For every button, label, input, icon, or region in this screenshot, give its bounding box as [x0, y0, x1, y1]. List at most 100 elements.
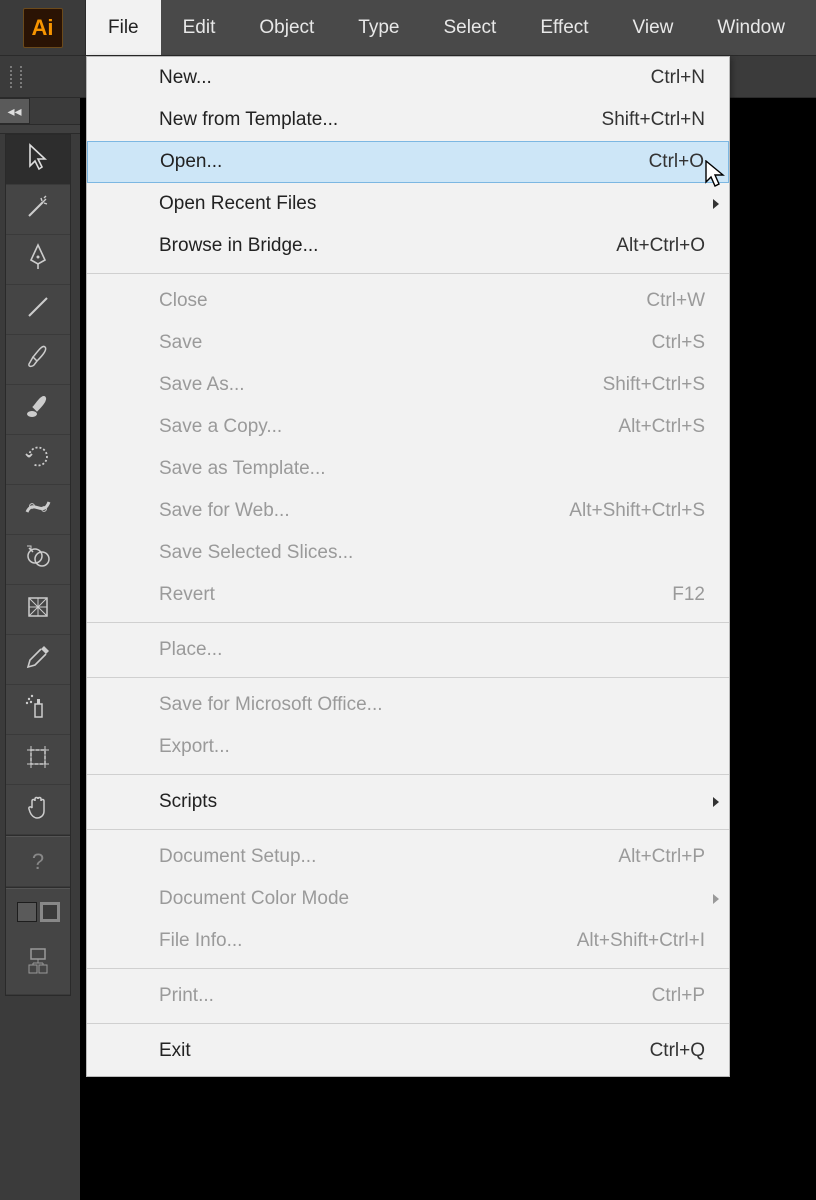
menu-file[interactable]: File: [86, 0, 161, 55]
menu-item-browse-in-bridge[interactable]: Browse in Bridge...Alt+Ctrl+O: [87, 225, 729, 267]
sprayer-icon: [23, 692, 53, 727]
app-logo[interactable]: Ai: [0, 0, 86, 55]
menu-item-label: Save as Template...: [159, 458, 326, 480]
menu-item-document-setup: Document Setup...Alt+Ctrl+P: [87, 836, 729, 878]
menu-item-exit[interactable]: Exit Ctrl+Q: [87, 1030, 729, 1072]
menu-item-shortcut: Ctrl+S: [652, 332, 705, 354]
menu-item-revert: Revert F12: [87, 574, 729, 616]
menu-object-label: Object: [259, 17, 314, 39]
menu-effect-label: Effect: [540, 17, 588, 39]
menu-item-save-as-template: Save as Template...: [87, 448, 729, 490]
menu-separator: [87, 677, 729, 678]
menu-item-shortcut: Shift+Ctrl+N: [602, 109, 705, 131]
menu-separator: [87, 622, 729, 623]
menu-object[interactable]: Object: [237, 0, 336, 55]
menu-item-save-for-microsoft-office: Save for Microsoft Office...: [87, 684, 729, 726]
menu-item-open[interactable]: Open...Ctrl+O: [87, 141, 729, 183]
menu-item-shortcut: Ctrl+Q: [650, 1040, 705, 1062]
fill-stroke-swatches[interactable]: [6, 889, 70, 935]
eyedropper-icon: [23, 642, 53, 677]
menu-item-label: Save Selected Slices...: [159, 542, 353, 564]
rotate-tool[interactable]: [6, 435, 70, 485]
menu-effect[interactable]: Effect: [518, 0, 610, 55]
symbol-sprayer-tool[interactable]: [6, 685, 70, 735]
menu-item-label: Save As...: [159, 374, 245, 396]
submenu-arrow-icon: [713, 797, 719, 807]
menu-edit-label: Edit: [183, 17, 216, 39]
menu-separator: [87, 1023, 729, 1024]
menu-item-shortcut: Alt+Shift+Ctrl+I: [577, 930, 705, 952]
wand-icon: [23, 192, 53, 227]
file-menu-dropdown: New...Ctrl+N New from Template... Shift+Ct…: [86, 56, 730, 1077]
menu-item-shortcut: Ctrl+N: [651, 67, 705, 89]
fill-swatch-icon[interactable]: [17, 902, 37, 922]
menu-item-label: Scripts: [159, 791, 217, 813]
eyedropper-tool[interactable]: [6, 635, 70, 685]
menu-item-new-from-template[interactable]: New from Template... Shift+Ctrl+N: [87, 99, 729, 141]
paintbrush-tool[interactable]: [6, 335, 70, 385]
menu-item-place: Place...: [87, 629, 729, 671]
app-window: Ai File Edit Object Type Select Effect V…: [0, 0, 816, 1200]
menu-item-label: Save for Web...: [159, 500, 290, 522]
brush-icon: [23, 342, 53, 377]
menubar-items: File Edit Object Type Select Effect View…: [86, 0, 807, 55]
menu-item-close: CloseCtrl+W: [87, 280, 729, 322]
selection-tool[interactable]: [6, 135, 70, 185]
menu-window[interactable]: Window: [695, 0, 807, 55]
menu-item-label: File Info...: [159, 930, 242, 952]
menu-view[interactable]: View: [611, 0, 696, 55]
pen-tool[interactable]: [6, 235, 70, 285]
menu-item-shortcut: F12: [672, 584, 705, 606]
menu-edit[interactable]: Edit: [161, 0, 238, 55]
blob-brush-tool[interactable]: [6, 385, 70, 435]
artboard-nav-icon[interactable]: [6, 935, 70, 995]
menu-item-label: Revert: [159, 584, 215, 606]
menu-item-label: New from Template...: [159, 109, 338, 131]
menu-item-shortcut: Shift+Ctrl+S: [603, 374, 705, 396]
menu-item-new[interactable]: New...Ctrl+N: [87, 57, 729, 99]
help-button[interactable]: ?: [6, 837, 70, 887]
stroke-swatch-icon[interactable]: [40, 902, 60, 922]
line-segment-tool[interactable]: [6, 285, 70, 335]
menu-item-label: Save a Copy...: [159, 416, 282, 438]
menu-item-save-as: Save As... Shift+Ctrl+S: [87, 364, 729, 406]
menu-item-scripts[interactable]: Scripts: [87, 781, 729, 823]
mesh-icon: [23, 592, 53, 627]
menu-select[interactable]: Select: [422, 0, 519, 55]
width-icon: [23, 492, 53, 527]
line-icon: [23, 292, 53, 327]
cursor-icon: [23, 142, 53, 177]
menu-item-label: Close: [159, 290, 208, 312]
width-tool[interactable]: [6, 485, 70, 535]
menu-item-label: Export...: [159, 736, 230, 758]
menu-item-shortcut: Ctrl+O: [649, 151, 704, 173]
magic-wand-tool[interactable]: [6, 185, 70, 235]
menu-item-document-color-mode: Document Color Mode: [87, 878, 729, 920]
panel-collapse-button[interactable]: ◂◂: [0, 98, 30, 124]
menu-item-open-recent-files[interactable]: Open Recent Files: [87, 183, 729, 225]
menu-item-label: Exit: [159, 1040, 191, 1062]
menu-item-label: Place...: [159, 639, 222, 661]
control-strip-handle-icon[interactable]: [10, 66, 22, 88]
help-icon: ?: [32, 849, 44, 875]
shape-builder-tool[interactable]: [6, 535, 70, 585]
menu-separator: [87, 968, 729, 969]
hand-icon: [23, 792, 53, 827]
menu-item-shortcut: Alt+Shift+Ctrl+S: [569, 500, 705, 522]
menu-item-file-info: File Info... Alt+Shift+Ctrl+I: [87, 920, 729, 962]
menu-item-shortcut: Alt+Ctrl+P: [618, 846, 705, 868]
menu-item-label: Print...: [159, 985, 214, 1007]
menubar: Ai File Edit Object Type Select Effect V…: [0, 0, 816, 56]
artboard-tool[interactable]: [6, 735, 70, 785]
menu-item-print: Print...Ctrl+P: [87, 975, 729, 1017]
menu-item-export: Export...: [87, 726, 729, 768]
mesh-tool[interactable]: [6, 585, 70, 635]
menu-item-label: Browse in Bridge...: [159, 235, 318, 257]
app-logo-icon: Ai: [23, 8, 63, 48]
menu-select-label: Select: [444, 17, 497, 39]
menu-type[interactable]: Type: [336, 0, 421, 55]
shape-builder-icon: [23, 542, 53, 577]
dock-divider: [0, 124, 80, 134]
hand-tool[interactable]: [6, 785, 70, 835]
menu-item-label: Open Recent Files: [159, 193, 316, 215]
